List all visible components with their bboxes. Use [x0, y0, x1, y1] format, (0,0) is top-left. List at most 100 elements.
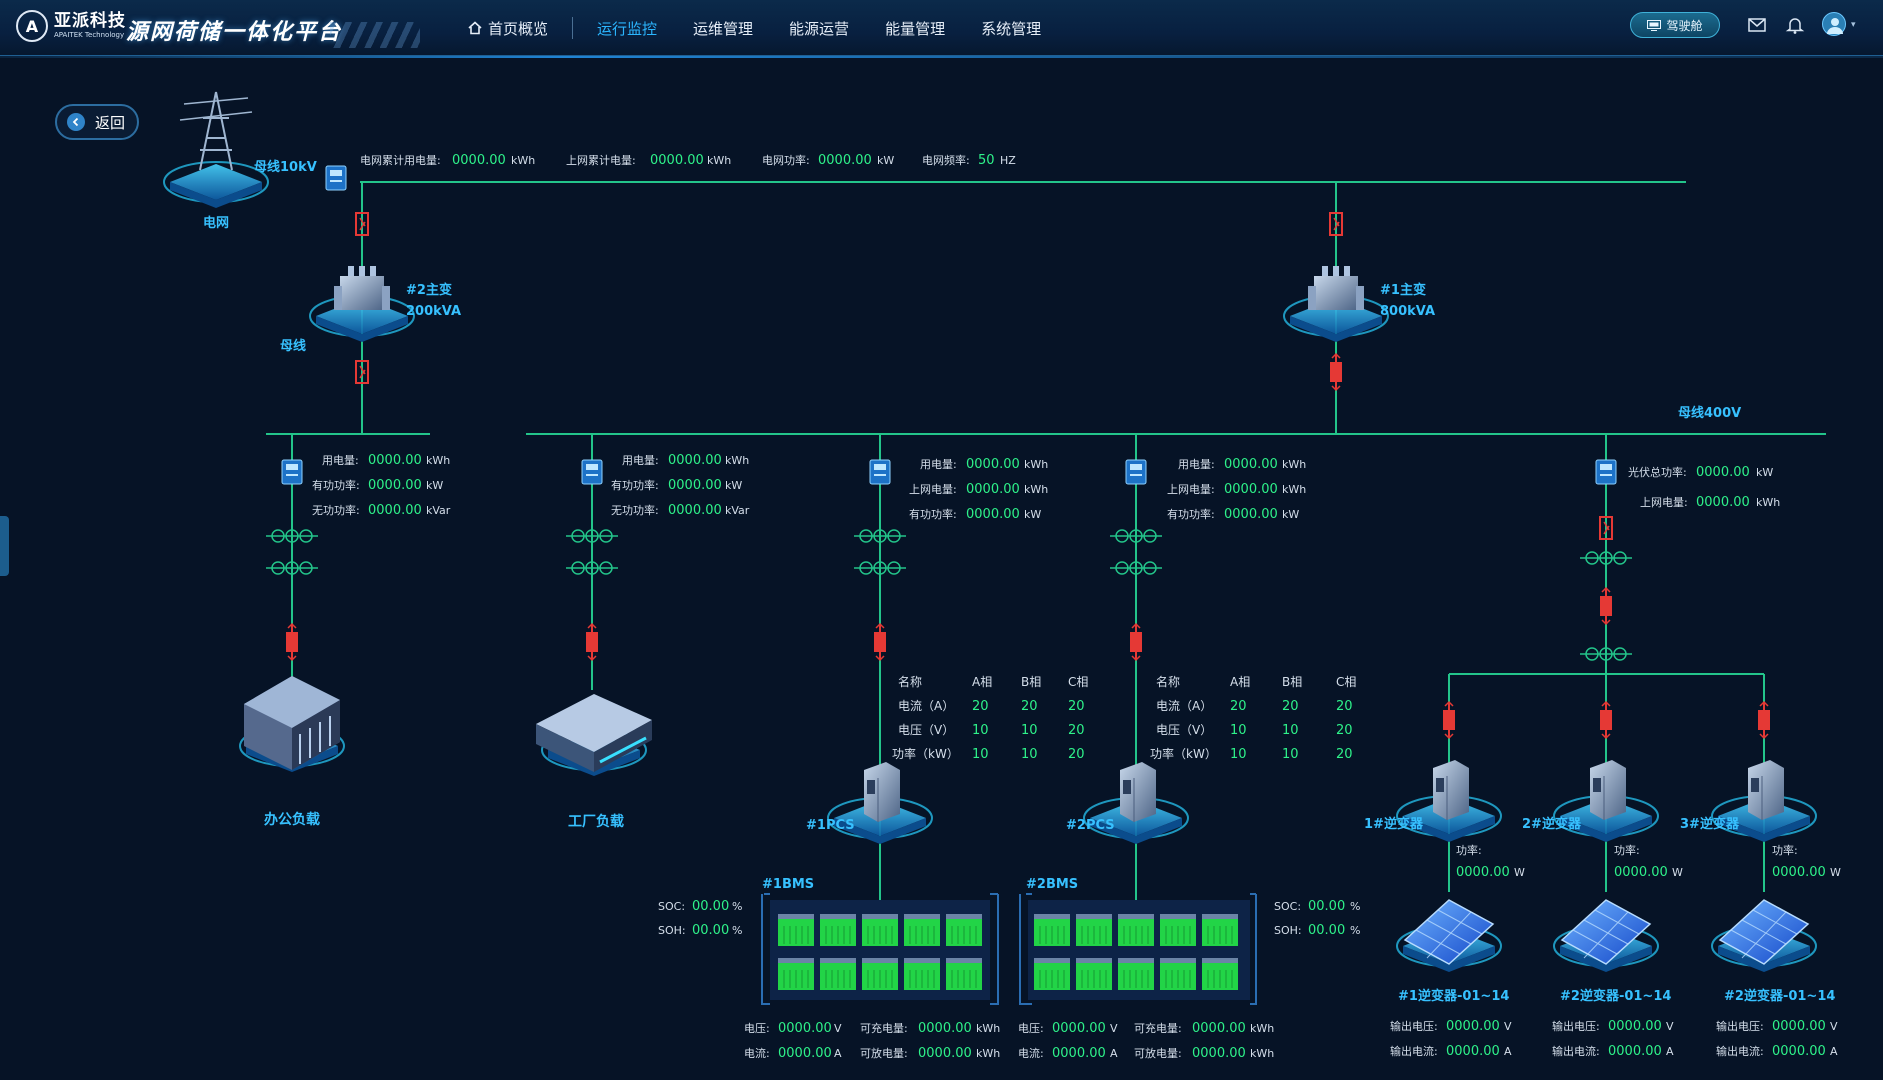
meter-icon[interactable] [1595, 459, 1617, 485]
table-header: B相 [1021, 675, 1041, 689]
soc-unit: % [1350, 900, 1360, 913]
pv-stats: 光伏总功率: 0000.00 kW 上网电量: 0000.00 kWh [1628, 465, 1780, 510]
stat-value: 50 [978, 153, 995, 168]
solar-array-2-icon[interactable] [1554, 900, 1658, 972]
bms-2-battery-rack[interactable] [1019, 893, 1257, 1005]
power-value: 0000.00 [1456, 865, 1510, 880]
stat-key: 有功功率: [611, 478, 659, 492]
stat-value: 0000.00 [668, 478, 722, 493]
meter-icon[interactable] [869, 459, 891, 485]
soh-value: 00.00 [692, 923, 729, 938]
transformer-1-icon[interactable] [1284, 266, 1388, 342]
stat-key: 光伏总功率: [1628, 465, 1687, 479]
meter-icon[interactable] [581, 459, 603, 485]
stat-key: 无功功率: [611, 503, 659, 517]
stat-unit: kWh [976, 1047, 1000, 1060]
table-cell: 10 [972, 747, 989, 762]
stat-unit: HZ [1000, 154, 1016, 167]
stat-value: 0000.00 [1224, 507, 1278, 522]
stat-value: 0000.00 [452, 153, 506, 168]
stat-unit: A [1666, 1045, 1674, 1058]
stat-value: 0000.00 [778, 1046, 832, 1061]
stat-unit: kWh [426, 454, 450, 467]
stat-unit: V [834, 1022, 842, 1035]
storage-1-phase-table: 名称 A相 B相 C相 电流（A） 20 20 20 电压（V） 10 10 2… [892, 674, 1088, 762]
stat-value: 0000.00 [966, 507, 1020, 522]
stat-value: 0000.00 [1696, 465, 1750, 480]
transformer-2-icon[interactable] [310, 266, 414, 342]
storage-1-stats: 用电量: 0000.00 kWh 上网电量: 0000.00 kWh 有功功率:… [909, 457, 1048, 522]
inverter-3-label: 3#逆变器 [1680, 816, 1740, 832]
bms-1-battery-rack[interactable] [761, 893, 999, 1005]
switch-icon[interactable] [285, 623, 299, 661]
office-building-icon[interactable] [239, 676, 345, 773]
array-1-label: #1逆变器-01~14 [1398, 988, 1509, 1004]
switch-icon[interactable] [1329, 353, 1343, 391]
power-key: 功率: [1456, 843, 1482, 857]
power-unit: W [1830, 866, 1841, 879]
table-cell: 20 [1336, 699, 1353, 714]
table-cell: 10 [972, 723, 989, 738]
table-cell: 20 [1068, 699, 1085, 714]
factory-building-icon[interactable] [536, 694, 652, 777]
stat-unit: kVar [426, 504, 451, 517]
stat-unit: V [1504, 1020, 1512, 1033]
switch-icon[interactable] [1599, 587, 1613, 625]
office-stats: 用电量: 0000.00 kWh 有功功率: 0000.00 kW 无功功率: … [312, 453, 451, 518]
soc-key: SOC: [658, 900, 685, 913]
table-cell: 功率（kW） [1150, 746, 1217, 761]
stat-unit: V [1666, 1020, 1674, 1033]
stat-key: 上网电量: [909, 483, 957, 496]
meter-icon[interactable] [1125, 459, 1147, 485]
table-cell: 10 [1021, 747, 1038, 762]
grid-meter-icon[interactable] [325, 165, 347, 191]
switch-icon[interactable] [873, 623, 887, 661]
storage-2-stats: 用电量: 0000.00 kWh 上网电量: 0000.00 kWh 有功功率:… [1167, 457, 1306, 522]
stat-key: 用电量: [920, 458, 957, 471]
stat-key: 用电量: [622, 454, 659, 467]
meter-icon[interactable] [281, 459, 303, 485]
stat-unit: kWh [1282, 483, 1306, 496]
switch-icon[interactable] [1442, 701, 1456, 739]
soh-key: SOH: [1274, 924, 1302, 937]
table-cell: 10 [1282, 747, 1299, 762]
grid-tower-icon[interactable] [163, 91, 269, 209]
stat-key: 电流: [1018, 1046, 1044, 1060]
stat-key: 可充电量: [1134, 1021, 1182, 1035]
stat-value: 0000.00 [1772, 1044, 1826, 1059]
transformer-1-capacity: 800kVA [1380, 304, 1435, 319]
switch-icon[interactable] [1129, 623, 1143, 661]
stat-key: 电压: [1018, 1022, 1044, 1035]
stat-unit: kW [1024, 508, 1041, 521]
stat-key: 输出电压: [1390, 1019, 1438, 1033]
table-cell: 电流（A） [1156, 699, 1212, 713]
stat-key: 上网电量: [1167, 483, 1215, 496]
stat-unit: kWh [707, 154, 731, 167]
inverter-2-label: 2#逆变器 [1522, 816, 1582, 832]
solar-array-1-icon[interactable] [1397, 900, 1501, 972]
bus-label: 母线 [280, 338, 306, 354]
switch-icon[interactable] [1599, 701, 1613, 739]
stat-unit: A [1830, 1045, 1838, 1058]
stat-key: 可放电量: [1134, 1046, 1182, 1060]
stat-unit: kW [1282, 508, 1299, 521]
stat-key: 输出电压: [1552, 1019, 1600, 1033]
table-cell: 20 [1336, 747, 1353, 762]
stat-key: 有功功率: [1167, 507, 1215, 521]
solar-array-3-icon[interactable] [1712, 900, 1816, 972]
switch-icon[interactable] [585, 623, 599, 661]
stat-key: 电压: [744, 1022, 770, 1035]
switch-icon[interactable] [1757, 701, 1771, 739]
stat-unit: V [1110, 1022, 1118, 1035]
stat-unit: kWh [1024, 458, 1048, 471]
stat-key: 用电量: [1178, 458, 1215, 471]
table-header: C相 [1336, 675, 1356, 689]
stat-value: 0000.00 [1224, 482, 1278, 497]
stat-value: 0000.00 [1052, 1021, 1106, 1036]
stat-key: 电网累计用电量: [360, 154, 441, 167]
pcs-1-label: #1PCS [806, 818, 855, 833]
stat-value: 0000.00 [778, 1021, 832, 1036]
stat-key: 用电量: [322, 454, 359, 467]
table-cell: 20 [1230, 699, 1247, 714]
soc-unit: % [732, 900, 742, 913]
